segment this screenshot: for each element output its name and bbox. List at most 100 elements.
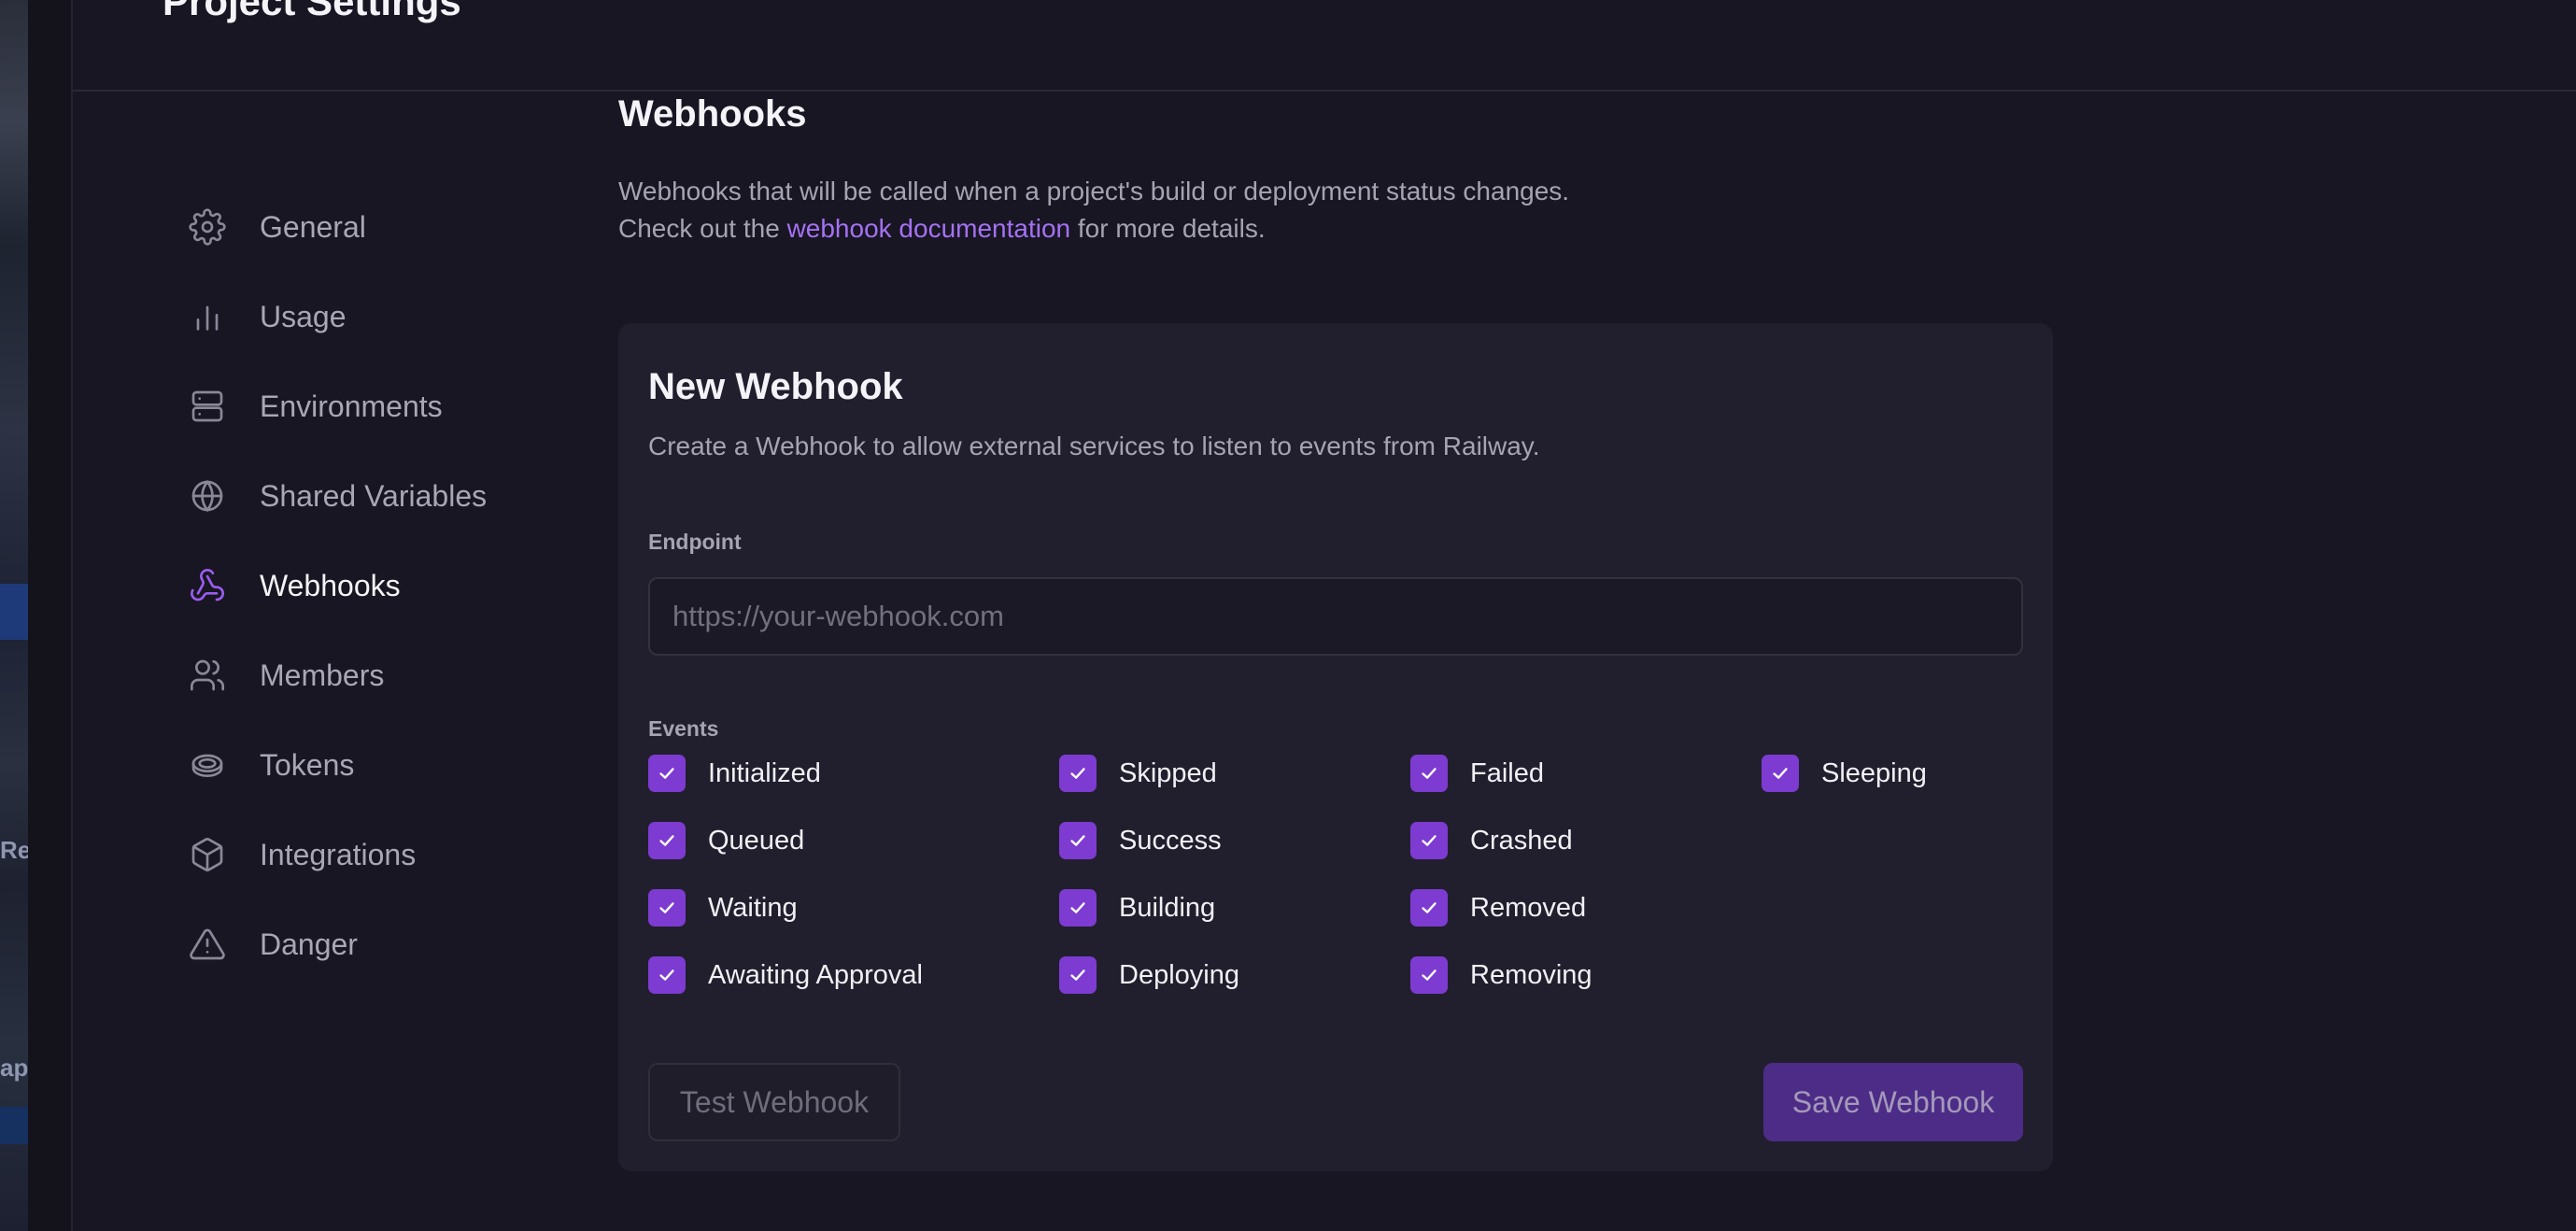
check-icon [659, 768, 674, 779]
sidebar-item-label: Danger [260, 927, 358, 961]
description-text: Check out the [618, 214, 787, 243]
event-label: Crashed [1470, 825, 1573, 856]
webhooks-section: Webhooks Webhooks that will be called wh… [618, 90, 2057, 1171]
users-icon [187, 655, 228, 696]
check-icon [1070, 835, 1085, 846]
event-label: Removed [1470, 892, 1587, 923]
checkbox[interactable] [648, 956, 686, 994]
page-header: Project Settings [73, 0, 2576, 92]
sidebar-item-integrations[interactable]: Integrations [187, 810, 579, 899]
checkbox[interactable] [1059, 822, 1097, 859]
event-label: Queued [708, 825, 805, 856]
event-checkbox-removing[interactable]: Removing [1410, 956, 1592, 994]
endpoint-input[interactable] [648, 577, 2023, 656]
event-checkbox-failed[interactable]: Failed [1410, 755, 1544, 792]
checkbox[interactable] [1410, 889, 1448, 927]
sidebar-item-label: Usage [260, 299, 347, 333]
events-label: Events [648, 716, 719, 741]
check-icon [1422, 835, 1437, 846]
event-label: Skipped [1119, 757, 1217, 788]
checkbox[interactable] [648, 755, 686, 792]
checkbox[interactable] [1059, 956, 1097, 994]
sidebar-item-shared-variables[interactable]: Shared Variables [187, 451, 579, 541]
event-checkbox-success[interactable]: Success [1059, 822, 1222, 859]
sidebar-item-tokens[interactable]: Tokens [187, 720, 579, 810]
save-webhook-button[interactable]: Save Webhook [1763, 1063, 2023, 1141]
event-checkbox-awaiting-approval[interactable]: Awaiting Approval [648, 956, 923, 994]
checkbox[interactable] [648, 822, 686, 859]
sidebar-item-label: Webhooks [260, 568, 401, 602]
check-icon [1070, 768, 1085, 779]
event-checkbox-removed[interactable]: Removed [1410, 889, 1586, 927]
event-checkbox-deploying[interactable]: Deploying [1059, 956, 1239, 994]
checkbox[interactable] [1059, 755, 1097, 792]
check-icon [659, 969, 674, 981]
webhook-documentation-link[interactable]: webhook documentation [787, 214, 1071, 243]
token-icon [187, 744, 228, 785]
check-icon [1070, 969, 1085, 981]
sidebar-item-general[interactable]: General [187, 182, 579, 272]
box-icon [187, 834, 228, 875]
check-icon [659, 902, 674, 913]
gear-icon [187, 206, 228, 248]
sidebar-item-label: General [260, 209, 366, 244]
app-rail [28, 0, 73, 1231]
sidebar-item-label: Shared Variables [260, 478, 488, 513]
sidebar-item-environments[interactable]: Environments [187, 361, 579, 451]
check-icon [1773, 768, 1788, 779]
sidebar-item-label: Environments [260, 389, 443, 423]
webhook-icon [187, 565, 228, 606]
check-icon [1070, 902, 1085, 913]
description-line: Check out the webhook documentation for … [618, 210, 2057, 248]
event-checkbox-building[interactable]: Building [1059, 889, 1215, 927]
background-window: Re ap [0, 0, 32, 1231]
section-description: Webhooks that will be called when a proj… [618, 173, 2057, 248]
event-checkbox-crashed[interactable]: Crashed [1410, 822, 1573, 859]
checkbox[interactable] [1762, 755, 1799, 792]
checkbox[interactable] [648, 889, 686, 927]
settings-sidebar: General Usage Environments Shared Variab… [187, 182, 579, 989]
section-title: Webhooks [618, 93, 807, 134]
event-label: Success [1119, 825, 1222, 856]
description-line: Webhooks that will be called when a proj… [618, 177, 1570, 205]
event-checkbox-waiting[interactable]: Waiting [648, 889, 798, 927]
event-label: Awaiting Approval [708, 959, 924, 990]
sidebar-item-label: Tokens [260, 747, 355, 782]
event-label: Waiting [708, 892, 798, 923]
checkbox[interactable] [1410, 822, 1448, 859]
event-checkbox-sleeping[interactable]: Sleeping [1762, 755, 1927, 792]
event-label: Building [1119, 892, 1216, 923]
event-label: Sleeping [1821, 757, 1927, 788]
event-checkbox-initialized[interactable]: Initialized [648, 755, 821, 792]
sidebar-item-danger[interactable]: Danger [187, 899, 579, 989]
endpoint-label: Endpoint [648, 530, 742, 554]
event-label: Failed [1470, 757, 1544, 788]
background-text: ap [0, 1054, 29, 1082]
page-title: Project Settings [163, 0, 461, 23]
new-webhook-card: New Webhook Create a Webhook to allow ex… [618, 323, 2053, 1171]
sidebar-item-webhooks[interactable]: Webhooks [187, 541, 579, 630]
sidebar-item-members[interactable]: Members [187, 630, 579, 720]
check-icon [1422, 969, 1437, 981]
checkbox[interactable] [1410, 956, 1448, 994]
test-webhook-button[interactable]: Test Webhook [648, 1063, 900, 1141]
card-description: Create a Webhook to allow external servi… [648, 432, 1540, 460]
sidebar-item-usage[interactable]: Usage [187, 272, 579, 361]
check-icon [659, 835, 674, 846]
background-text: Re [0, 836, 32, 864]
globe-icon [187, 475, 228, 516]
background-highlight [0, 584, 28, 640]
background-highlight [0, 1107, 28, 1144]
bar-chart-icon [187, 296, 228, 337]
description-text: for more details. [1070, 214, 1266, 243]
event-checkbox-queued[interactable]: Queued [648, 822, 804, 859]
event-checkbox-skipped[interactable]: Skipped [1059, 755, 1217, 792]
checkbox[interactable] [1059, 889, 1097, 927]
event-label: Deploying [1119, 959, 1239, 990]
server-icon [187, 386, 228, 427]
check-icon [1422, 768, 1437, 779]
sidebar-item-label: Members [260, 658, 385, 692]
event-label: Removing [1470, 959, 1592, 990]
warning-icon [187, 924, 228, 965]
checkbox[interactable] [1410, 755, 1448, 792]
